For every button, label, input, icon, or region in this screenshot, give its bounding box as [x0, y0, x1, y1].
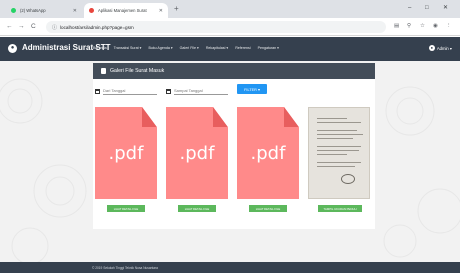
menu-item-rekapitulasi[interactable]: Rekapitulasi ▾ [206, 46, 228, 50]
scan-line [317, 138, 353, 139]
date-from-input[interactable]: Dari Tanggal [103, 88, 157, 95]
scan-line [317, 162, 361, 163]
stamp-mark [341, 174, 355, 184]
menu-item-pengaturan[interactable]: Pengaturan ▾ [258, 46, 279, 50]
date-to-input[interactable]: Sampai Tanggal [174, 88, 228, 95]
calendar-icon [166, 89, 171, 94]
scan-line [317, 130, 357, 131]
pdf-file-icon: .pdf [166, 107, 228, 199]
scan-line [317, 122, 361, 123]
calendar-icon [95, 89, 100, 94]
scan-line [317, 166, 355, 167]
menu-item-buku-agenda[interactable]: Buku Agenda ▾ [148, 46, 172, 50]
pdf-file-icon: .pdf [237, 107, 299, 199]
forward-button[interactable]: → [18, 22, 25, 31]
reload-button[interactable]: C [31, 22, 36, 31]
gallery-panel-header: Galeri File Surat Masuk [93, 63, 375, 79]
date-from-field[interactable]: Dari Tanggal [95, 88, 157, 95]
file-type-label: .pdf [250, 143, 286, 164]
browser-tab-aplikasi[interactable]: Aplikasi Manajemen Surat ✕ [84, 3, 168, 18]
file-icon [101, 68, 106, 74]
footer-text: © 2019 Sekolah Tinggi Teknik Nusa Nusant… [92, 265, 158, 270]
user-name: Admin ▾ [436, 45, 452, 51]
tab-title: (2) WhatsApp [20, 8, 46, 13]
scan-line [317, 150, 359, 151]
pdf-file-icon: .pdf [95, 107, 157, 199]
page-footer: © 2019 Sekolah Tinggi Teknik Nusa Nusant… [0, 262, 460, 273]
menu-item-beranda[interactable]: Beranda [93, 46, 107, 50]
zoom-icon[interactable]: ⚲ [407, 22, 411, 31]
maximize-button[interactable]: □ [425, 3, 429, 13]
scan-line [317, 146, 361, 147]
new-tab-button[interactable]: + [174, 3, 179, 15]
scanned-letter-thumbnail [308, 107, 370, 199]
pdf-fold [142, 107, 157, 127]
info-icon: ⓘ [52, 24, 58, 31]
translate-icon[interactable]: ▤ [394, 22, 399, 31]
scan-line [317, 134, 363, 135]
user-menu[interactable]: ● Admin ▾ [428, 45, 452, 51]
filter-button[interactable]: FILTER ▾ [237, 84, 267, 94]
browser-tab-whatsapp[interactable]: (2) WhatsApp ✕ [6, 3, 82, 18]
avatar: ● [428, 45, 435, 51]
file-type-label: .pdf [108, 143, 144, 164]
close-tab-icon[interactable]: ✕ [73, 8, 77, 14]
main-menu: Beranda Transaksi Surat ▾ Buku Agenda ▾ … [93, 46, 279, 50]
page-favicon-icon [89, 8, 94, 13]
file-type-label: .pdf [179, 143, 215, 164]
menu-item-referensi[interactable]: Referensi [235, 46, 250, 50]
url-text: localhost/arsi/admin.php?page=gsm [60, 24, 134, 30]
view-file-detail-button[interactable]: LIHAT DETAIL FILE [249, 205, 287, 212]
browser-tab-strip: (2) WhatsApp ✕ Aplikasi Manajemen Surat … [0, 0, 460, 18]
app-logo-icon: ● [8, 44, 17, 53]
pdf-fold [284, 107, 299, 127]
more-menu-icon[interactable]: ⋮ [446, 22, 452, 31]
profile-icon[interactable]: ◉ [433, 22, 438, 31]
minimize-button[interactable]: – [408, 3, 411, 13]
back-button[interactable]: ← [6, 22, 13, 31]
menu-item-transaksi-surat[interactable]: Transaksi Surat ▾ [114, 46, 142, 50]
gallery-card-pdf[interactable]: .pdf [95, 107, 157, 199]
view-full-size-button[interactable]: TAMPIL UKURAN PENUH [318, 205, 362, 212]
close-tab-icon[interactable]: ✕ [159, 8, 163, 14]
gallery-card-pdf[interactable]: .pdf [237, 107, 299, 199]
close-window-button[interactable]: ✕ [443, 3, 448, 13]
scan-line [317, 154, 347, 155]
bookmark-star-icon[interactable]: ☆ [420, 22, 425, 31]
menu-item-galeri-file[interactable]: Galeri File ▾ [180, 46, 199, 50]
gallery-card-pdf[interactable]: .pdf [166, 107, 228, 199]
pdf-fold [213, 107, 228, 127]
tab-title: Aplikasi Manajemen Surat [98, 8, 147, 13]
view-file-detail-button[interactable]: LIHAT DETAIL FILE [107, 205, 145, 212]
gallery-card-image[interactable] [308, 107, 370, 199]
app-navbar: ● Administrasi Surat STT Beranda Transak… [0, 37, 460, 61]
gallery-title: Galeri File Surat Masuk [110, 68, 165, 74]
url-field[interactable]: ⓘ localhost/arsi/admin.php?page=gsm [46, 21, 386, 33]
whatsapp-icon [11, 8, 16, 13]
view-file-detail-button[interactable]: LIHAT DETAIL FILE [178, 205, 216, 212]
date-to-field[interactable]: Sampai Tanggal [166, 88, 228, 95]
address-bar: ← → C ⓘ localhost/arsi/admin.php?page=gs… [0, 18, 460, 36]
scan-line [317, 118, 347, 119]
